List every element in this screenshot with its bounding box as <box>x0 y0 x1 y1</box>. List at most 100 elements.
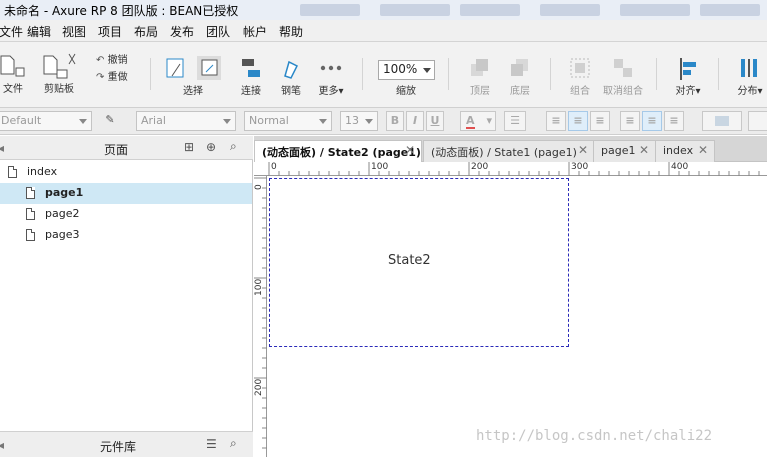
zoom-label: 缩放 <box>396 86 416 97</box>
distribute-button[interactable]: 分布▾ <box>732 56 767 97</box>
align-button[interactable]: 对齐▾ <box>670 56 706 97</box>
undo-button[interactable]: ↶ 撤销 <box>96 51 136 66</box>
page-tree-item-page2[interactable]: page2 <box>0 204 252 225</box>
align-center-text-button[interactable]: ≡ <box>568 111 588 131</box>
menu-bar: 文件 编辑 视图 项目 布局 发布 团队 帐户 帮助 <box>0 20 767 42</box>
underline-button[interactable]: U <box>426 111 444 131</box>
menu-help[interactable]: 帮助 <box>279 23 303 40</box>
title-bar: 未命名 - Axure RP 8 团队版 : BEAN已授权 <box>0 0 767 20</box>
align-middle-icon: ≡ <box>647 114 657 127</box>
menu-file[interactable]: 文件 <box>0 23 23 40</box>
font-weight-select[interactable]: Normal <box>244 111 332 131</box>
font-weight-value: Normal <box>249 114 289 127</box>
menu-layout[interactable]: 布局 <box>134 23 158 40</box>
blurred-tab <box>540 4 600 16</box>
ruler-label: 0 <box>271 162 277 172</box>
align-right-text-button[interactable]: ≡ <box>590 111 610 131</box>
zoom-select[interactable]: 100% <box>378 60 435 80</box>
redo-icon: ↷ <box>96 72 105 83</box>
select-button[interactable]: 选择 <box>162 56 224 97</box>
group-button[interactable]: 组合 <box>564 56 596 97</box>
clipboard-icon <box>43 53 76 79</box>
close-icon[interactable]: ✕ <box>578 143 588 157</box>
clipboard-label: 剪贴板 <box>44 84 74 95</box>
menu-project[interactable]: 项目 <box>98 23 122 40</box>
format-painter-button[interactable]: ✎ <box>100 111 120 131</box>
more-button[interactable]: 更多▾ <box>314 56 348 97</box>
bullet-list-button[interactable]: ☰ <box>504 111 526 131</box>
select-label: 选择 <box>183 86 203 97</box>
distribute-label: 分布 <box>737 86 758 97</box>
page-tree-item-index[interactable]: index <box>0 162 252 183</box>
top-label: 顶层 <box>470 86 490 97</box>
close-icon[interactable]: ✕ <box>405 143 415 157</box>
file-button[interactable]: 文件 <box>0 52 30 95</box>
ruler-label: 100 <box>254 278 264 296</box>
send-to-bottom-button[interactable]: 底层 <box>504 56 536 97</box>
page-tree-item-page1[interactable]: page1 <box>0 183 252 204</box>
blurred-tab <box>380 4 450 16</box>
align-left-text-icon: ≡ <box>551 114 561 127</box>
menu-view[interactable]: 视图 <box>62 23 86 40</box>
bring-to-top-button[interactable]: 顶层 <box>464 56 496 97</box>
select-icon <box>166 56 221 80</box>
collapse-arrow-icon[interactable]: ◂ <box>0 438 4 452</box>
format-toolbar: Default ✎ Arial Normal 13 B I U A ▾ ☰ ≡ ≡… <box>0 108 767 135</box>
tab-state1-page1[interactable]: (动态面板) / State1 (page1) ✕ <box>423 140 595 162</box>
connect-label: 连接 <box>241 86 261 97</box>
connector-icon <box>242 59 260 77</box>
chevron-down-icon <box>319 119 327 124</box>
pages-panel-title: 页面 <box>104 143 129 157</box>
menu-team[interactable]: 团队 <box>206 23 230 40</box>
font-select[interactable]: Arial <box>136 111 236 131</box>
menu-lines-icon[interactable]: ☰ <box>206 437 217 451</box>
search-icon[interactable]: ⌕ <box>230 436 237 451</box>
ungroup-button[interactable]: 取消组合 <box>602 56 644 97</box>
connect-button[interactable]: 连接 <box>236 56 266 97</box>
dynamic-panel-state2[interactable]: State2 <box>269 178 569 347</box>
align-middle-button[interactable]: ≡ <box>642 111 662 131</box>
tab-state2-page1[interactable]: (动态面板) / State2 (page1) ✕ <box>254 140 422 163</box>
italic-button[interactable]: I <box>406 111 424 131</box>
border-color-button[interactable] <box>748 111 767 131</box>
menu-edit[interactable]: 编辑 <box>27 23 51 40</box>
bullet-list-icon: ☰ <box>510 114 520 127</box>
align-top-button[interactable]: ≡ <box>620 111 640 131</box>
style-select[interactable]: Default <box>0 111 92 131</box>
group-icon <box>570 58 590 78</box>
font-size-select[interactable]: 13 <box>340 111 378 131</box>
fill-color-button[interactable] <box>702 111 742 131</box>
font-size-value: 13 <box>345 114 359 127</box>
tab-index[interactable]: index ✕ <box>655 140 715 162</box>
ruler-label: 200 <box>471 162 489 172</box>
layer-bottom-icon <box>511 59 528 76</box>
page-tree-label: page3 <box>45 228 80 241</box>
menu-publish[interactable]: 发布 <box>170 23 194 40</box>
align-top-icon: ≡ <box>625 114 635 127</box>
add-page-icon[interactable]: ⊞ <box>184 140 194 154</box>
document-tabs: (动态面板) / State2 (page1) ✕ (动态面板) / State… <box>254 136 767 163</box>
search-icon[interactable]: ⌕ <box>230 139 237 154</box>
align-left-icon <box>680 58 696 80</box>
widgets-panel-header: ◂ 元件库 ☰ ⌕ <box>0 431 253 457</box>
chevron-down-icon: ▾ <box>695 86 701 97</box>
pen-label: 钢笔 <box>281 86 301 97</box>
bold-button[interactable]: B <box>386 111 404 131</box>
pen-button[interactable]: 钢笔 <box>276 56 306 97</box>
font-color-icon: A <box>466 114 475 129</box>
close-icon[interactable]: ✕ <box>639 143 649 157</box>
page-tree-item-page3[interactable]: page3 <box>0 225 252 246</box>
pen-icon <box>284 60 299 79</box>
clipboard-button[interactable]: 剪贴板 <box>40 52 78 95</box>
tab-page1[interactable]: page1 ✕ <box>593 140 656 162</box>
redo-button[interactable]: ↷ 重做 <box>96 68 136 83</box>
close-icon[interactable]: ✕ <box>698 143 708 157</box>
undo-icon: ↶ <box>96 55 105 66</box>
align-left-text-button[interactable]: ≡ <box>546 111 566 131</box>
font-color-button[interactable]: A ▾ <box>460 111 496 131</box>
add-folder-icon[interactable]: ⊕ <box>206 140 216 154</box>
align-bottom-button[interactable]: ≡ <box>664 111 684 131</box>
menu-account[interactable]: 帐户 <box>243 23 267 40</box>
widgets-panel-title: 元件库 <box>100 440 137 454</box>
collapse-arrow-icon[interactable]: ◂ <box>0 141 4 155</box>
